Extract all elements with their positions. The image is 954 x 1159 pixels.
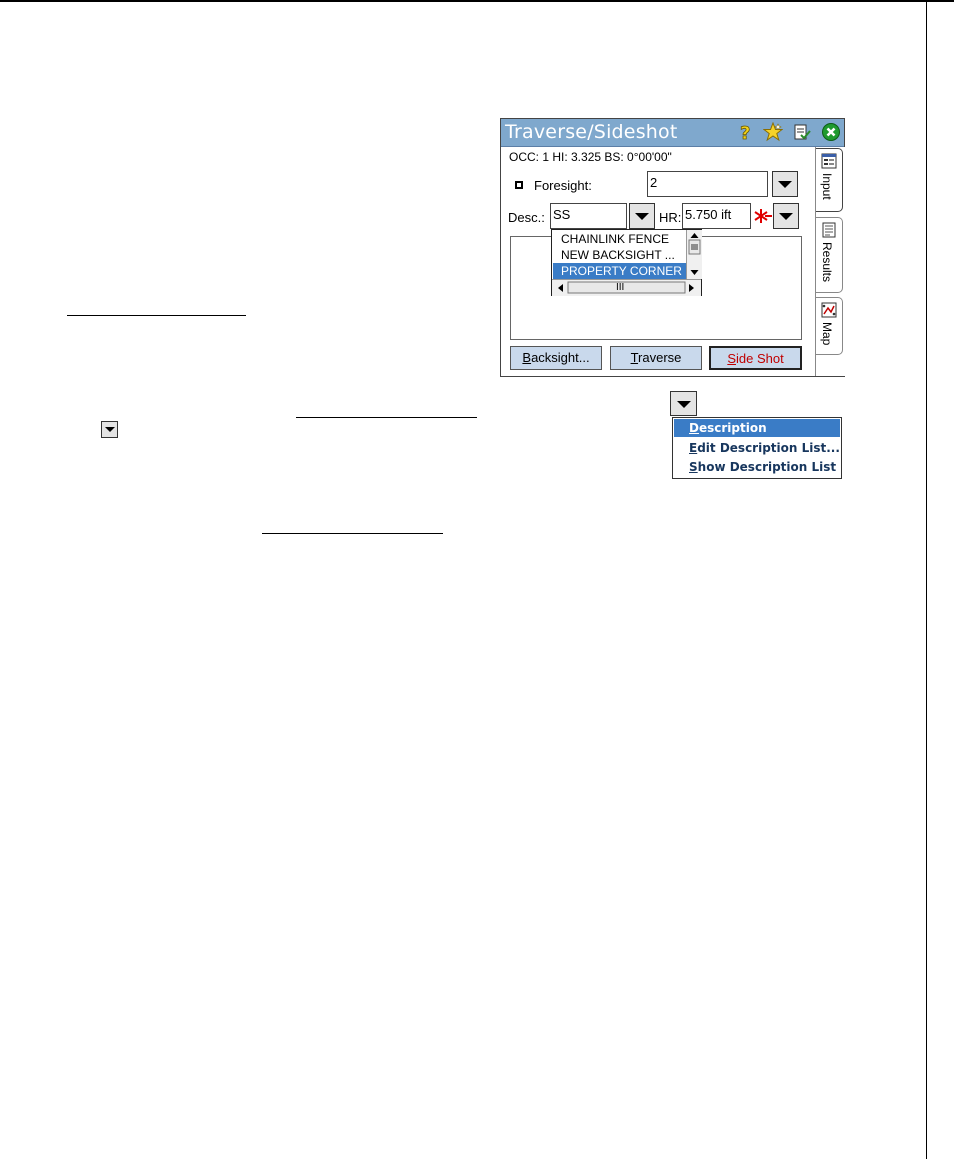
traverse-button[interactable]: Traverse [610, 346, 702, 370]
tab-results-label: Results [820, 242, 834, 283]
input-panel: OCC: 1 HI: 3.325 BS: 0°00'00" Foresight:… [501, 147, 814, 376]
backsight-button[interactable]: Backsight... [510, 346, 602, 370]
show-description-list-label: how Description List [697, 460, 837, 474]
side-shot-label: ide Shot [735, 351, 784, 366]
foresight-radio[interactable] [515, 181, 523, 189]
tab-results[interactable]: Results [816, 217, 843, 293]
traverse-mnemonic: T [630, 350, 639, 365]
results-report-icon [822, 222, 836, 238]
title-bar: Traverse/Sideshot ? [501, 119, 844, 147]
menu-item-description-settings[interactable]: Description Settings... [674, 419, 840, 453]
backsight-mnemonic: B [522, 350, 532, 365]
scroll-arrows-icon [688, 233, 701, 275]
inline-dropdown-icon [101, 421, 118, 438]
scroll-left-right-icon [558, 281, 694, 294]
list-item-selected[interactable]: PROPERTY CORNER [553, 263, 686, 279]
list-item[interactable]: CHAINLINK FENCE [553, 231, 686, 247]
backsight-label: acksight... [531, 350, 590, 365]
horizontal-scrollbar[interactable]: III [552, 279, 701, 296]
hr-dropdown-button[interactable] [773, 203, 799, 229]
foresight-input[interactable]: 2 [647, 171, 768, 197]
side-shot-button[interactable]: Side Shot [709, 346, 802, 370]
show-description-list-mnemonic: S [689, 460, 698, 474]
tab-map[interactable]: Map [816, 297, 843, 355]
tab-input[interactable]: Input [816, 148, 843, 212]
input-form-icon [821, 153, 837, 169]
side-shot-mnemonic: S [727, 351, 736, 366]
scroll-thumb-grip: III [616, 282, 625, 293]
menu-item-edit-description-list[interactable]: Edit Description List... [674, 439, 840, 457]
desc-input[interactable]: SS [550, 203, 627, 229]
description-dropdown-list[interactable]: CHAINLINK FENCE NEW BACKSIGHT ... PROPER… [551, 229, 702, 296]
window-title: Traverse/Sideshot [505, 121, 678, 143]
blank-underline-3 [262, 533, 443, 534]
description-context-menu: Description Settings... Edit Description… [672, 417, 842, 479]
traverse-label: raverse [638, 350, 682, 365]
description-menu-button[interactable] [670, 391, 697, 416]
blank-underline-2 [296, 417, 477, 418]
laser-asterisk-icon[interactable] [753, 207, 773, 225]
vertical-scrollbar[interactable] [686, 230, 702, 279]
checklist-icon[interactable] [792, 122, 812, 142]
list-item[interactable]: NEW BACKSIGHT ... [553, 247, 686, 263]
edit-description-list-mnemonic: E [689, 441, 698, 455]
blank-underline-1 [67, 315, 246, 316]
map-icon [821, 302, 837, 318]
station-status: OCC: 1 HI: 3.325 BS: 0°00'00" [509, 150, 672, 164]
menu-item-show-description-list[interactable]: Show Description List [674, 458, 840, 476]
tab-input-label: Input [820, 173, 834, 200]
description-settings-mnemonic: D [689, 421, 699, 435]
page-right-margin-line [926, 0, 927, 1159]
foresight-dropdown-button[interactable] [772, 171, 798, 197]
svg-text:?: ? [740, 123, 750, 142]
close-icon[interactable] [821, 122, 841, 142]
hr-input[interactable]: 5.750 ift [682, 203, 751, 229]
side-tab-strip: Input Results Map [815, 147, 845, 376]
hr-label: HR: [659, 210, 682, 225]
foresight-label: Foresight: [534, 178, 592, 193]
help-icon[interactable]: ? [735, 122, 755, 142]
desc-dropdown-button[interactable] [629, 203, 655, 229]
tab-map-label: Map [820, 322, 834, 346]
edit-description-list-label: dit Description List... [697, 441, 840, 455]
traverse-sideshot-window: Traverse/Sideshot ? OCC: 1 HI: 3.325 BS:… [500, 118, 845, 377]
favorites-star-icon[interactable] [763, 122, 783, 142]
desc-label: Desc.: [508, 210, 545, 225]
page-top-rule [0, 0, 954, 2]
